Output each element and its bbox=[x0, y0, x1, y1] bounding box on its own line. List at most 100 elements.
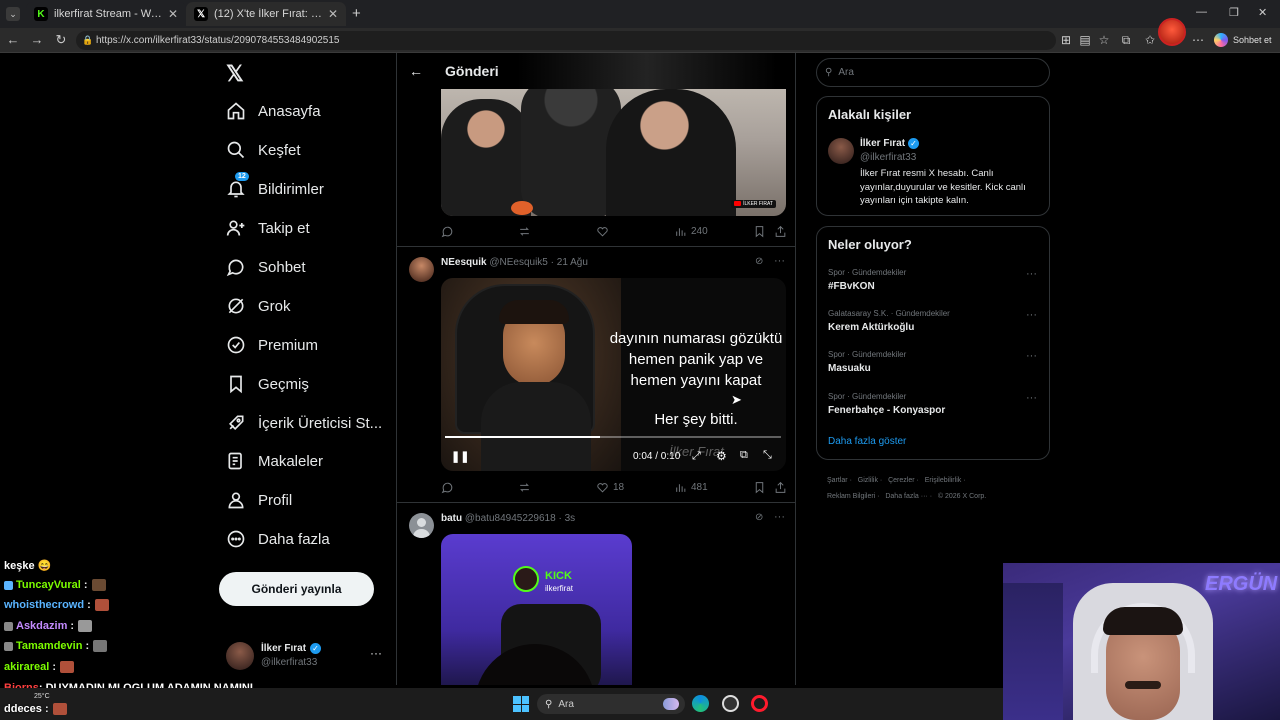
author-handle[interactable]: @batu84945229618 bbox=[465, 513, 556, 524]
forward-arrow-icon[interactable]: → bbox=[29, 32, 45, 48]
tab-kick-stream[interactable]: K ilkerfirat Stream - Watch Live on K ✕ bbox=[26, 2, 186, 26]
video-frame-art bbox=[441, 278, 621, 471]
trend-item[interactable]: Galatasaray S.K. · Gündemdekiler Kerem A… bbox=[828, 309, 1038, 333]
related-people-card: Alakalı kişiler İlker Fırat ✓ @ilkerfira… bbox=[816, 96, 1050, 216]
sidebar-item-explore[interactable]: Keşfet bbox=[226, 135, 301, 165]
repost-button[interactable] bbox=[518, 481, 531, 494]
sidebar-item-premium[interactable]: Premium bbox=[226, 330, 318, 360]
refresh-icon[interactable]: ↻ bbox=[53, 32, 69, 48]
edge-browser-icon[interactable] bbox=[692, 695, 709, 712]
footer-link[interactable]: Gizlilik bbox=[858, 477, 878, 484]
tab-actions-button[interactable]: ⌄ bbox=[6, 7, 20, 21]
video-progress-track[interactable] bbox=[445, 436, 781, 438]
sidebar-item-follow[interactable]: Takip et bbox=[226, 213, 310, 243]
author-name[interactable]: NEesquik bbox=[441, 257, 487, 268]
settings-gear-icon[interactable]: ⚙ bbox=[716, 449, 727, 463]
trend-item[interactable]: Spor · Gündemdekiler Fenerbahçe - Konyas… bbox=[828, 392, 1038, 416]
sidebar-item-chat[interactable]: Sohbet bbox=[226, 252, 306, 282]
more-menu-icon[interactable]: ⋯ bbox=[1190, 32, 1206, 48]
pip-icon[interactable]: ⧉ bbox=[740, 449, 748, 462]
minimize-button[interactable]: — bbox=[1196, 6, 1207, 18]
video-player[interactable]: dayının numarası gözüktü hemen panik yap… bbox=[441, 278, 786, 471]
extensions-icon[interactable]: ⧉ bbox=[1118, 32, 1134, 48]
repost-button[interactable] bbox=[518, 225, 531, 238]
avatar[interactable] bbox=[409, 513, 434, 538]
sidebar-item-profile[interactable]: Profil bbox=[226, 485, 292, 515]
related-handle[interactable]: @ilkerfirat33 bbox=[860, 152, 916, 163]
related-name[interactable]: İlker Fırat bbox=[860, 138, 905, 149]
tab-x-post[interactable]: 𝕏 (12) X'te İlker Fırat: "Bu postun altı… bbox=[186, 2, 346, 26]
more-dots-icon[interactable]: ··· bbox=[1026, 309, 1037, 321]
more-dots-icon[interactable]: ··· bbox=[1026, 350, 1037, 362]
reading-view-icon[interactable]: ▤ bbox=[1077, 32, 1093, 48]
account-switcher[interactable]: İlker Fırat ✓ @ilkerfirat33 ··· bbox=[224, 640, 384, 674]
footer-link[interactable]: Şartlar bbox=[827, 477, 848, 484]
post-time[interactable]: 21 Ağu bbox=[557, 257, 588, 268]
more-dots-icon[interactable]: ··· bbox=[774, 255, 785, 267]
sidebar-item-bookmarks[interactable]: Geçmiş bbox=[226, 369, 309, 399]
close-tab-icon[interactable]: ✕ bbox=[168, 7, 178, 21]
avatar[interactable] bbox=[409, 257, 434, 282]
back-arrow-icon[interactable]: ← bbox=[5, 32, 21, 48]
bookmark-icon bbox=[755, 226, 764, 238]
avatar[interactable] bbox=[828, 138, 854, 164]
show-more-link[interactable]: Daha fazla göster bbox=[828, 436, 906, 447]
footer-link[interactable]: Erişilebilirlik bbox=[925, 477, 962, 484]
bookmark-button[interactable] bbox=[753, 225, 766, 238]
like-button[interactable]: 18 bbox=[596, 481, 624, 494]
like-button[interactable] bbox=[596, 225, 609, 238]
post-time[interactable]: 3s bbox=[565, 513, 576, 524]
more-dots-icon[interactable]: ··· bbox=[1026, 392, 1037, 404]
trend-item[interactable]: Spor · Gündemdekiler Masuaku bbox=[828, 350, 1038, 374]
pause-icon[interactable]: ❚❚ bbox=[451, 450, 469, 463]
opera-icon[interactable] bbox=[751, 695, 768, 712]
search-input[interactable]: ⚲ Ara bbox=[816, 58, 1050, 87]
share-button[interactable] bbox=[774, 481, 787, 494]
copilot-button[interactable]: Sohbet et bbox=[1214, 31, 1272, 49]
profile-avatar[interactable] bbox=[1158, 18, 1186, 46]
new-tab-button[interactable]: + bbox=[352, 5, 361, 22]
maximize-button[interactable]: ❐ bbox=[1229, 6, 1239, 19]
sidebar-item-articles[interactable]: Makaleler bbox=[226, 446, 323, 476]
more-dots-icon[interactable]: ··· bbox=[1026, 268, 1037, 280]
share-button[interactable] bbox=[774, 225, 787, 238]
reply-button[interactable] bbox=[441, 481, 454, 494]
sidebar-item-notifications[interactable]: 12 Bildirimler bbox=[226, 172, 324, 204]
avatar bbox=[226, 642, 254, 670]
sidebar-item-creator-studio[interactable]: İçerik Üreticisi St... bbox=[226, 408, 382, 438]
grok-icon[interactable]: ⊘ bbox=[755, 512, 763, 523]
x-logo-icon[interactable]: 𝕏 bbox=[226, 61, 244, 87]
app-icon[interactable] bbox=[722, 695, 739, 712]
mute-icon[interactable]: ⤢ bbox=[692, 450, 701, 463]
windows-start-icon[interactable] bbox=[513, 696, 529, 712]
url-input[interactable]: 🔒 https://x.com/ilkerfirat33/status/2090… bbox=[76, 31, 1056, 50]
grok-icon[interactable]: ⊘ bbox=[755, 256, 763, 267]
sidebar-item-more[interactable]: Daha fazla bbox=[226, 524, 330, 554]
back-arrow-icon[interactable]: ← bbox=[409, 63, 423, 79]
more-dots-icon[interactable]: ··· bbox=[774, 511, 785, 523]
close-window-button[interactable]: ✕ bbox=[1258, 6, 1267, 19]
fullscreen-icon[interactable]: ⤡ bbox=[763, 449, 772, 462]
footer-link[interactable]: Çerezler bbox=[888, 477, 914, 484]
weather-widget[interactable]: 25°C bbox=[34, 693, 50, 700]
post-image[interactable]: KICK ilkerfirat bbox=[441, 534, 632, 685]
author-name[interactable]: batu bbox=[441, 513, 462, 524]
taskbar-search[interactable]: ⚲ Ara bbox=[537, 694, 685, 714]
sidebar-item-grok[interactable]: Grok bbox=[226, 291, 291, 321]
trend-item[interactable]: Spor · Gündemdekiler #FBvKON bbox=[828, 268, 1038, 292]
footer-link[interactable]: Reklam Bilgileri bbox=[827, 493, 875, 500]
favorite-star-icon[interactable]: ☆ bbox=[1096, 32, 1112, 48]
post-button[interactable]: Gönderi yayınla bbox=[219, 572, 374, 606]
footer-link[interactable]: Daha fazla ··· bbox=[885, 493, 927, 500]
sidebar-item-home[interactable]: Anasayfa bbox=[226, 96, 321, 126]
apps-icon[interactable]: ⊞ bbox=[1058, 32, 1074, 48]
reply-button[interactable] bbox=[441, 225, 454, 238]
favorites-icon[interactable]: ✩ bbox=[1142, 32, 1158, 48]
author-handle[interactable]: @NEesquik5 bbox=[489, 257, 548, 268]
more-dots-icon[interactable]: ··· bbox=[370, 646, 382, 660]
views-button[interactable]: 481 bbox=[674, 481, 708, 494]
post-image[interactable]: İLKER FIRAT bbox=[441, 89, 786, 216]
views-button[interactable]: 240 bbox=[674, 225, 708, 238]
close-tab-icon[interactable]: ✕ bbox=[328, 7, 338, 21]
bookmark-button[interactable] bbox=[753, 481, 766, 494]
